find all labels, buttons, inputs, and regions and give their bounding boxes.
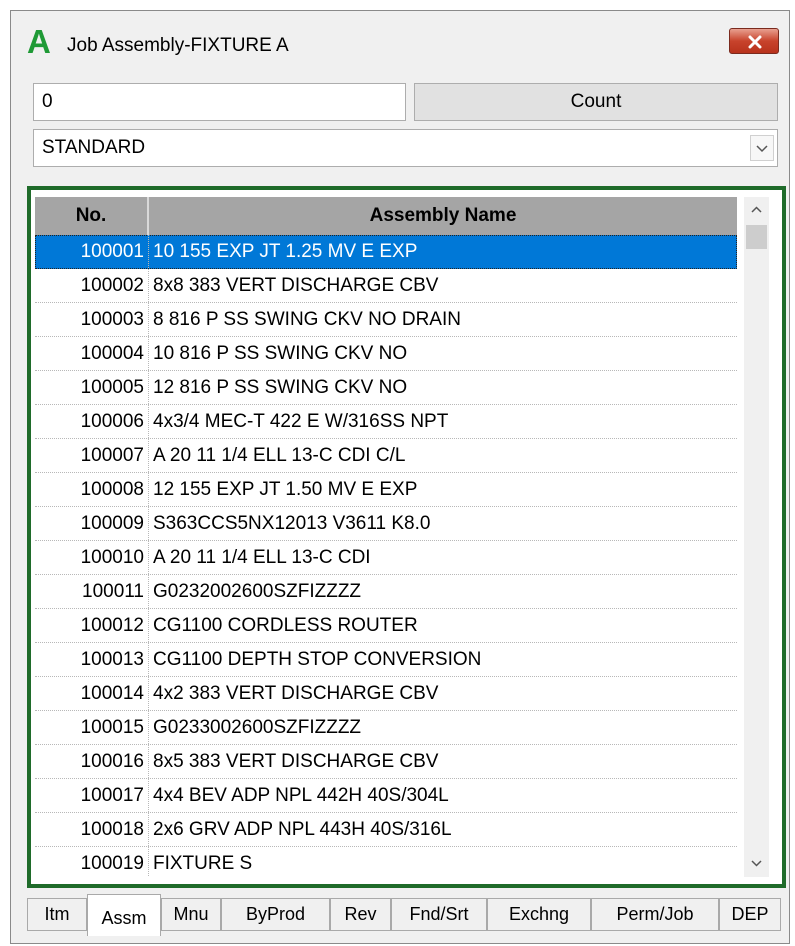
tab-rev[interactable]: Rev	[330, 898, 391, 931]
row-assembly-name: S363CCS5NX12013 V3611 K8.0	[153, 513, 431, 534]
row-assembly-name: 12 816 P SS SWING CKV NO	[153, 377, 408, 398]
grid-header: No. Assembly Name	[35, 197, 737, 235]
column-header-assembly-name[interactable]: Assembly Name	[149, 197, 737, 235]
table-row[interactable]: 100009 S363CCS5NX12013 V3611 K8.0	[35, 507, 737, 541]
table-row[interactable]: 100005 12 816 P SS SWING CKV NO	[35, 371, 737, 405]
job-assembly-window: A Job Assembly-FIXTURE A 0 Count STANDAR…	[10, 10, 790, 944]
row-number: 100015	[35, 711, 149, 744]
row-assembly-name: 12 155 EXP JT 1.50 MV E EXP	[153, 479, 418, 500]
row-assembly-name: 10 816 P SS SWING CKV NO	[153, 343, 408, 364]
row-number: 100001	[35, 235, 149, 268]
row-assembly-name: A 20 11 1/4 ELL 13-C CDI C/L	[153, 445, 406, 466]
close-icon	[748, 35, 762, 49]
table-row[interactable]: 100011 G0232002600SZFIZZZZ	[35, 575, 737, 609]
table-row[interactable]: 100014 4x2 383 VERT DISCHARGE CBV	[35, 677, 737, 711]
table-row[interactable]: 100017 4x4 BEV ADP NPL 442H 40S/304L	[35, 779, 737, 813]
row-number: 100009	[35, 507, 149, 540]
row-number: 100019	[35, 847, 149, 877]
app-logo-icon: A	[27, 23, 51, 60]
column-header-no[interactable]: No.	[35, 197, 149, 235]
tab-dep[interactable]: DEP	[719, 898, 781, 931]
row-number: 100010	[35, 541, 149, 574]
scroll-up-button[interactable]	[744, 197, 769, 223]
row-number: 100006	[35, 405, 149, 438]
vertical-scrollbar[interactable]	[744, 197, 769, 877]
chevron-up-icon	[751, 206, 762, 213]
row-assembly-name: 2x6 GRV ADP NPL 443H 40S/316L	[153, 819, 452, 840]
row-assembly-name: G0233002600SZFIZZZZ	[153, 717, 362, 738]
title-bar[interactable]: A Job Assembly-FIXTURE A	[11, 11, 789, 77]
row-assembly-name: 4x2 383 VERT DISCHARGE CBV	[153, 683, 439, 704]
scroll-down-button[interactable]	[744, 851, 769, 877]
tab-itm[interactable]: Itm	[27, 898, 87, 931]
table-row[interactable]: 100006 4x3/4 MEC-T 422 E W/316SS NPT	[35, 405, 737, 439]
count-input[interactable]: 0	[33, 83, 406, 121]
row-assembly-name: 8 816 P SS SWING CKV NO DRAIN	[153, 309, 461, 330]
row-assembly-name: CG1100 CORDLESS ROUTER	[153, 615, 418, 636]
scroll-thumb[interactable]	[746, 225, 767, 249]
tab-exchng[interactable]: Exchng	[487, 898, 591, 931]
table-row[interactable]: 100007 A 20 11 1/4 ELL 13-C CDI C/L	[35, 439, 737, 473]
row-assembly-name: G0232002600SZFIZZZZ	[153, 581, 362, 602]
row-assembly-name: 8x5 383 VERT DISCHARGE CBV	[153, 751, 439, 772]
table-row[interactable]: 100001 10 155 EXP JT 1.25 MV E EXP	[35, 235, 737, 269]
row-assembly-name: 4x3/4 MEC-T 422 E W/316SS NPT	[153, 411, 449, 432]
chevron-down-icon	[756, 145, 768, 153]
table-row[interactable]: 100018 2x6 GRV ADP NPL 443H 40S/316L	[35, 813, 737, 847]
table-row[interactable]: 100010 A 20 11 1/4 ELL 13-C CDI	[35, 541, 737, 575]
row-assembly-name: CG1100 DEPTH STOP CONVERSION	[153, 649, 482, 670]
row-number: 100004	[35, 337, 149, 370]
row-assembly-name: FIXTURE S	[153, 853, 253, 874]
row-number: 100007	[35, 439, 149, 472]
row-number: 100012	[35, 609, 149, 642]
table-row[interactable]: 100003 8 816 P SS SWING CKV NO DRAIN	[35, 303, 737, 337]
row-number: 100017	[35, 779, 149, 812]
tab-assm[interactable]: Assm	[87, 894, 161, 936]
assembly-grid: No. Assembly Name 100001 10 155 EXP JT 1.…	[27, 186, 786, 888]
table-row[interactable]: 100012 CG1100 CORDLESS ROUTER	[35, 609, 737, 643]
table-row[interactable]: 100015 G0233002600SZFIZZZZ	[35, 711, 737, 745]
table-row[interactable]: 100002 8x8 383 VERT DISCHARGE CBV	[35, 269, 737, 303]
row-number: 100013	[35, 643, 149, 676]
table-row[interactable]: 100016 8x5 383 VERT DISCHARGE CBV	[35, 745, 737, 779]
table-row[interactable]: 100013 CG1100 DEPTH STOP CONVERSION	[35, 643, 737, 677]
row-assembly-name: A 20 11 1/4 ELL 13-C CDI	[153, 547, 371, 568]
row-number: 100003	[35, 303, 149, 336]
row-number: 100008	[35, 473, 149, 506]
count-button[interactable]: Count	[414, 83, 778, 121]
tab-perm-job[interactable]: Perm/Job	[591, 898, 719, 931]
row-assembly-name: 8x8 383 VERT DISCHARGE CBV	[153, 275, 439, 296]
tab-fnd-srt[interactable]: Fnd/Srt	[391, 898, 487, 931]
grid-rows: 100001 10 155 EXP JT 1.25 MV E EXP 100002 8…	[35, 235, 737, 877]
chevron-down-icon	[751, 860, 762, 867]
tab-strip: Itm Assm Mnu ByProd Rev Fnd/Srt Exchng Perm/Job…	[27, 894, 789, 938]
row-number: 100002	[35, 269, 149, 302]
window-title: Job Assembly-FIXTURE A	[67, 35, 289, 56]
table-row[interactable]: 100004 10 816 P SS SWING CKV NO	[35, 337, 737, 371]
row-number: 100011	[35, 575, 149, 608]
tab-byprod[interactable]: ByProd	[221, 898, 330, 931]
row-number: 100014	[35, 677, 149, 710]
dropdown-arrow-button[interactable]	[750, 135, 774, 161]
row-number: 100018	[35, 813, 149, 846]
tab-mnu[interactable]: Mnu	[161, 898, 221, 931]
row-assembly-name: 10 155 EXP JT 1.25 MV E EXP	[153, 241, 418, 262]
row-assembly-name: 4x4 BEV ADP NPL 442H 40S/304L	[153, 785, 449, 806]
assembly-type-dropdown[interactable]: STANDARD	[33, 129, 778, 167]
table-row[interactable]: 100019 FIXTURE S	[35, 847, 737, 877]
row-number: 100016	[35, 745, 149, 778]
assembly-type-value: STANDARD	[42, 137, 146, 158]
close-button[interactable]	[729, 28, 779, 54]
table-row[interactable]: 100008 12 155 EXP JT 1.50 MV E EXP	[35, 473, 737, 507]
row-number: 100005	[35, 371, 149, 404]
